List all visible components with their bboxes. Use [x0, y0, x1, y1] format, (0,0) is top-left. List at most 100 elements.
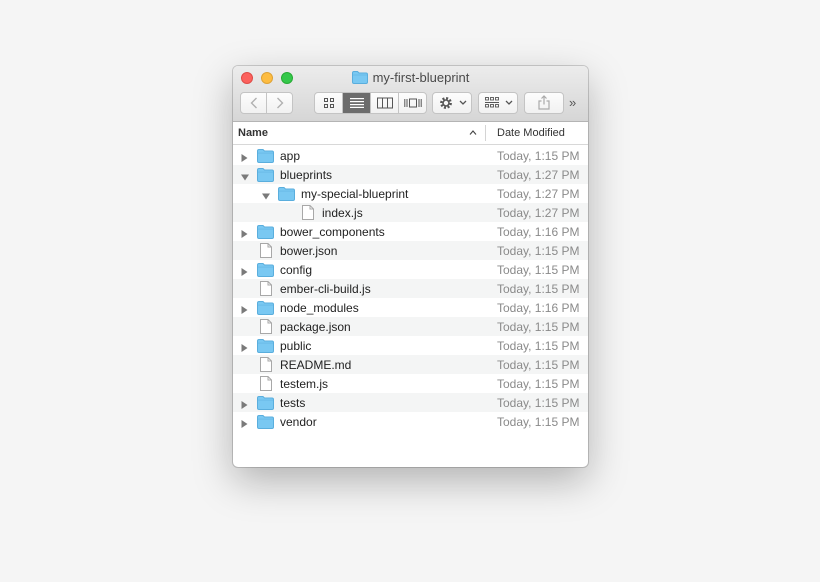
file-row[interactable]: my-special-blueprint Today, 1:27 PM [233, 184, 588, 203]
chevron-right-icon [276, 97, 283, 109]
file-name: config [280, 263, 313, 277]
folder-icon [257, 339, 274, 356]
file-row[interactable]: app Today, 1:15 PM [233, 146, 588, 165]
file-name: bower.json [280, 244, 338, 258]
file-row[interactable]: bower.json Today, 1:15 PM [233, 241, 588, 260]
cover-flow-icon [403, 98, 422, 108]
file-row[interactable]: vendor Today, 1:15 PM [233, 412, 588, 431]
file-icon [260, 281, 272, 299]
folder-icon [278, 187, 295, 204]
share-button[interactable] [524, 92, 564, 114]
window-title: my-first-blueprint [233, 70, 588, 88]
folder-icon [257, 301, 274, 318]
view-mode-control [314, 92, 427, 114]
file-row[interactable]: package.json Today, 1:15 PM [233, 317, 588, 336]
list-view-button[interactable] [343, 93, 371, 113]
file-icon [260, 357, 272, 375]
file-name: testem.js [280, 377, 329, 391]
forward-button[interactable] [267, 93, 292, 113]
gear-icon [440, 97, 452, 109]
file-row[interactable]: node_modules Today, 1:16 PM [233, 298, 588, 317]
file-date-modified: Today, 1:15 PM [497, 396, 580, 410]
share-icon [538, 95, 550, 110]
disclosure-triangle-collapsed-icon[interactable] [241, 417, 248, 431]
folder-icon [257, 225, 274, 242]
columns-icon [376, 97, 393, 109]
file-icon [260, 243, 272, 261]
file-row[interactable]: index.js Today, 1:27 PM [233, 203, 588, 222]
folder-icon [257, 263, 274, 280]
file-date-modified: Today, 1:15 PM [497, 320, 580, 334]
file-row[interactable]: testem.js Today, 1:15 PM [233, 374, 588, 393]
disclosure-triangle-expanded-icon[interactable] [262, 189, 270, 203]
list-icon [349, 98, 364, 108]
chevron-down-icon [505, 100, 513, 105]
toolbar-overflow-button[interactable]: » [569, 96, 576, 109]
file-row[interactable]: ember-cli-build.js Today, 1:15 PM [233, 279, 588, 298]
file-date-modified: Today, 1:16 PM [497, 225, 580, 239]
file-date-modified: Today, 1:15 PM [497, 282, 580, 296]
folder-icon [257, 149, 274, 166]
list-header: Name Date Modified [233, 122, 588, 145]
disclosure-triangle-collapsed-icon[interactable] [241, 265, 248, 279]
disclosure-triangle-collapsed-icon[interactable] [241, 398, 248, 412]
file-date-modified: Today, 1:15 PM [497, 339, 580, 353]
file-row[interactable]: tests Today, 1:15 PM [233, 393, 588, 412]
chevron-left-icon [250, 97, 257, 109]
file-row[interactable]: config Today, 1:15 PM [233, 260, 588, 279]
file-name: package.json [280, 320, 351, 334]
file-name: tests [280, 396, 306, 410]
group-icon [485, 97, 499, 108]
action-menu-button[interactable] [432, 92, 472, 114]
disclosure-triangle-collapsed-icon[interactable] [241, 341, 248, 355]
folder-icon [257, 168, 274, 185]
file-date-modified: Today, 1:15 PM [497, 244, 580, 258]
disclosure-triangle-expanded-icon[interactable] [241, 170, 249, 184]
file-icon [260, 319, 272, 337]
finder-window: my-first-blueprint » Name Date Modified … [233, 66, 588, 467]
disclosure-triangle-collapsed-icon[interactable] [241, 151, 248, 165]
icon-view-button[interactable] [315, 93, 343, 113]
file-row[interactable]: README.md Today, 1:15 PM [233, 355, 588, 374]
disclosure-triangle-collapsed-icon[interactable] [241, 227, 248, 241]
file-date-modified: Today, 1:27 PM [497, 187, 580, 201]
file-date-modified: Today, 1:15 PM [497, 415, 580, 429]
column-header-date-modified[interactable]: Date Modified [497, 127, 565, 139]
file-name: public [280, 339, 312, 353]
sort-ascending-icon [469, 130, 477, 135]
file-list: app Today, 1:15 PM blueprints Today, 1:27 P… [233, 146, 588, 431]
group-menu-button[interactable] [478, 92, 518, 114]
column-divider[interactable] [485, 125, 486, 141]
folder-icon [351, 71, 368, 88]
file-name: bower_components [280, 225, 385, 239]
file-date-modified: Today, 1:16 PM [497, 301, 580, 315]
titlebar: my-first-blueprint » [233, 66, 588, 122]
file-icon [260, 376, 272, 394]
file-name: README.md [280, 358, 352, 372]
file-date-modified: Today, 1:15 PM [497, 149, 580, 163]
file-row[interactable]: bower_components Today, 1:16 PM [233, 222, 588, 241]
file-row[interactable]: public Today, 1:15 PM [233, 336, 588, 355]
nav-buttons [240, 92, 293, 114]
file-name: blueprints [280, 168, 333, 182]
file-date-modified: Today, 1:27 PM [497, 206, 580, 220]
file-name: app [280, 149, 301, 163]
file-name: index.js [322, 206, 363, 220]
grid-icon [323, 98, 334, 108]
back-button[interactable] [241, 93, 267, 113]
file-date-modified: Today, 1:15 PM [497, 358, 580, 372]
file-name: ember-cli-build.js [280, 282, 371, 296]
file-name: vendor [280, 415, 317, 429]
disclosure-triangle-collapsed-icon[interactable] [241, 303, 248, 317]
column-view-button[interactable] [371, 93, 399, 113]
column-header-name[interactable]: Name [238, 127, 268, 139]
file-name: node_modules [280, 301, 359, 315]
file-date-modified: Today, 1:27 PM [497, 168, 580, 182]
file-icon [302, 205, 314, 223]
file-date-modified: Today, 1:15 PM [497, 263, 580, 277]
cover-flow-button[interactable] [399, 93, 426, 113]
file-row[interactable]: blueprints Today, 1:27 PM [233, 165, 588, 184]
file-name: my-special-blueprint [301, 187, 409, 201]
chevron-down-icon [459, 100, 467, 105]
folder-icon [257, 415, 274, 432]
